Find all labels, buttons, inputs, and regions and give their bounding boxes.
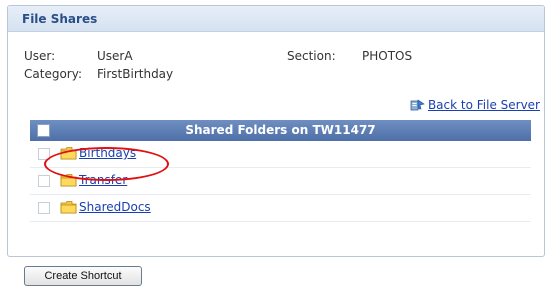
- table-header: Shared Folders on TW11477: [30, 120, 531, 141]
- user-value: UserA: [97, 49, 133, 63]
- section-value: PHOTOS: [362, 49, 413, 63]
- panel-title: File Shares: [22, 12, 98, 26]
- back-to-file-server-link[interactable]: Back to File Server: [409, 97, 540, 113]
- panel-header: File Shares: [8, 6, 544, 32]
- folder-link-transfer[interactable]: Transfer: [79, 173, 127, 187]
- back-link-label[interactable]: Back to File Server: [428, 98, 540, 112]
- category-value: FirstBirthday: [97, 67, 174, 81]
- shared-folders-table: Shared Folders on TW11477 Birthdays Tran…: [30, 120, 531, 222]
- table-row: Birthdays: [30, 141, 531, 168]
- table-header-title: Shared Folders on TW11477: [185, 123, 376, 137]
- folder-icon: [60, 201, 77, 214]
- row-checkbox[interactable]: [38, 202, 50, 214]
- category-label: Category:: [24, 67, 82, 81]
- row-checkbox[interactable]: [38, 175, 50, 187]
- server-icon: [410, 99, 425, 111]
- create-shortcut-button[interactable]: Create Shortcut: [24, 266, 142, 286]
- row-checkbox[interactable]: [38, 148, 50, 160]
- folder-link-birthdays[interactable]: Birthdays: [79, 146, 136, 160]
- user-label: User:: [24, 49, 56, 63]
- folder-icon: [60, 174, 77, 187]
- folder-icon: [60, 147, 77, 160]
- section-label: Section:: [287, 49, 336, 63]
- folder-link-shareddocs[interactable]: SharedDocs: [79, 200, 151, 214]
- table-row: Transfer: [30, 168, 531, 195]
- table-row: SharedDocs: [30, 195, 531, 222]
